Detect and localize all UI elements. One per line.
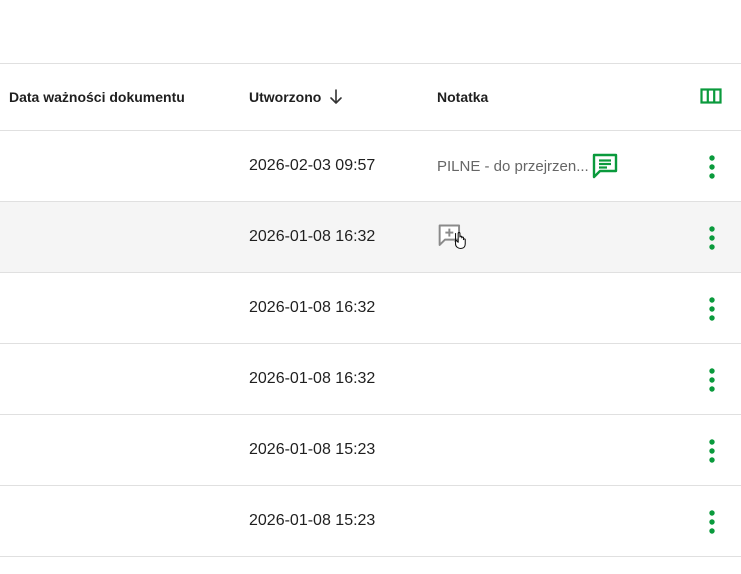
created-value: 2026-01-08 16:32: [249, 228, 376, 245]
table-page: Data ważności dokumentu Utworzono Notatk…: [0, 0, 741, 574]
created-cell: 2026-01-08 15:23: [249, 415, 375, 485]
column-header-created-label: Utworzono: [249, 89, 322, 105]
more-vertical-icon[interactable]: [703, 367, 721, 393]
note-cell[interactable]: PILNE - do przejrzen...: [437, 131, 619, 201]
created-cell: 2026-01-08 15:23: [249, 486, 375, 556]
more-vertical-icon[interactable]: [703, 438, 721, 464]
more-vertical-icon[interactable]: [703, 154, 721, 180]
created-value: 2026-02-03 09:57: [249, 157, 376, 174]
more-vertical-icon[interactable]: [703, 509, 721, 535]
add-comment-icon[interactable]: [437, 222, 467, 252]
column-header-expiry-label: Data ważności dokumentu: [9, 89, 185, 105]
table-header: Data ważności dokumentu Utworzono Notatk…: [0, 63, 741, 131]
column-header-expiry[interactable]: Data ważności dokumentu: [9, 64, 185, 130]
created-cell: 2026-01-08 16:32: [249, 344, 375, 414]
table-row[interactable]: 2026-01-08 15:23: [0, 415, 741, 486]
column-header-note-label: Notatka: [437, 89, 489, 105]
arrow-down-icon[interactable]: [329, 89, 343, 105]
table-row[interactable]: 2026-01-08 16:32: [0, 202, 741, 273]
note-cell[interactable]: [437, 202, 467, 272]
column-header-note[interactable]: Notatka: [437, 64, 488, 130]
note-text: PILNE - do przejrzen...: [437, 157, 589, 175]
table-row[interactable]: 2026-02-03 09:57 PILNE - do przejrzen...: [0, 131, 741, 202]
column-header-created[interactable]: Utworzono: [249, 64, 343, 130]
table-row[interactable]: 2026-01-08 16:32: [0, 344, 741, 415]
created-value: 2026-01-08 16:32: [249, 299, 376, 316]
created-cell: 2026-02-03 09:57: [249, 131, 375, 201]
more-vertical-icon[interactable]: [703, 225, 721, 251]
created-cell: 2026-01-08 16:32: [249, 202, 375, 272]
created-value: 2026-01-08 16:32: [249, 370, 376, 387]
created-cell: 2026-01-08 16:32: [249, 273, 375, 343]
table-row[interactable]: 2026-01-08 16:32: [0, 273, 741, 344]
created-value: 2026-01-08 15:23: [249, 512, 376, 529]
created-value: 2026-01-08 15:23: [249, 441, 376, 458]
view-columns-icon[interactable]: [700, 87, 722, 105]
table-row[interactable]: 2026-01-08 15:23: [0, 486, 741, 557]
comment-icon[interactable]: [591, 152, 619, 180]
more-vertical-icon[interactable]: [703, 296, 721, 322]
